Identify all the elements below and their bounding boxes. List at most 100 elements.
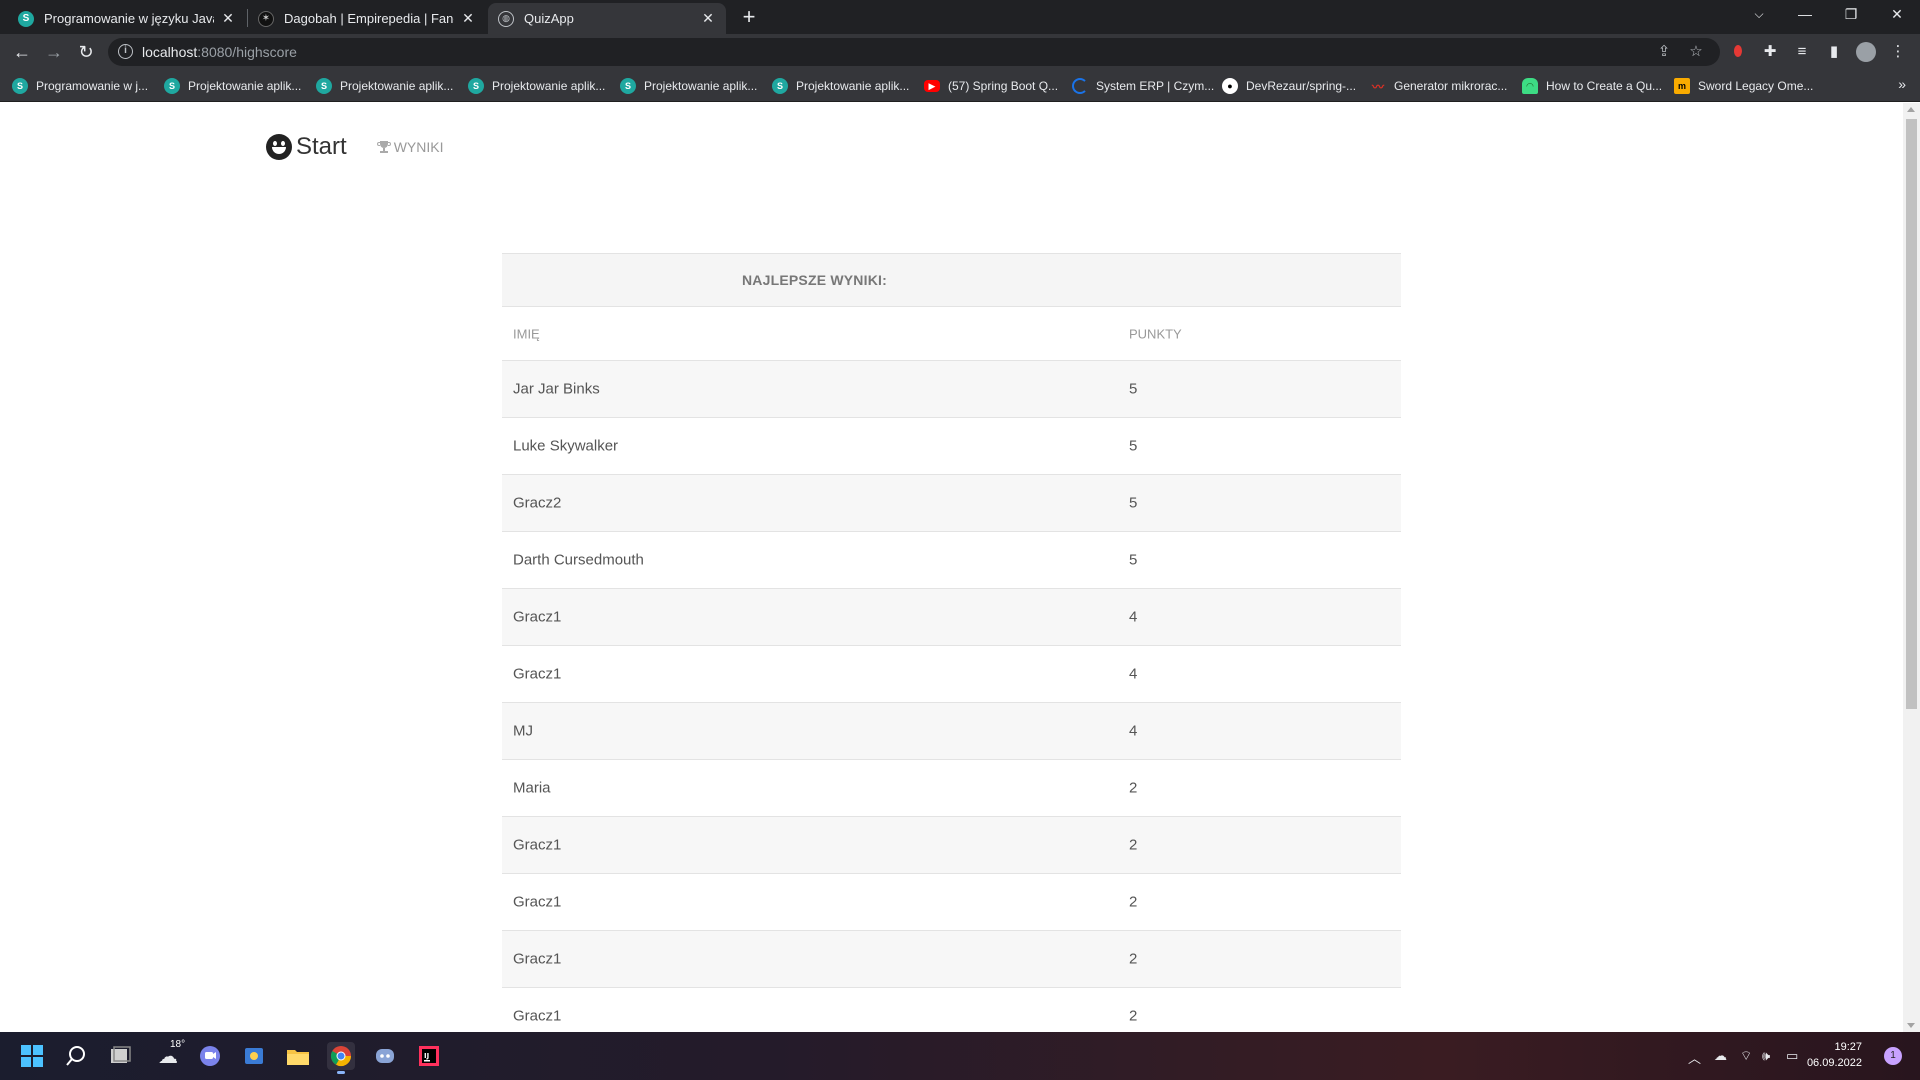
extension-shield-icon[interactable]: ⬮: [1728, 42, 1748, 62]
player-points: 2: [1129, 1007, 1138, 1025]
player-points: 2: [1129, 779, 1138, 797]
chart-icon: 〰: [1371, 79, 1384, 94]
extensions-puzzle-icon[interactable]: ✚: [1760, 42, 1780, 62]
bookmark-label: Programowanie w j...: [36, 79, 149, 93]
page-content: Start WYNIKI NAJLEPSZE WYNIKI: IMIĘ PUNK…: [0, 103, 1903, 1032]
volume-icon[interactable]: 🕪: [1762, 1048, 1770, 1064]
side-panel-icon[interactable]: ▮: [1824, 42, 1844, 62]
notification-badge[interactable]: 1: [1884, 1047, 1902, 1065]
reload-icon[interactable]: ↻: [74, 40, 98, 64]
s-badge-icon: S: [12, 78, 28, 94]
s-badge-icon: S: [620, 78, 636, 94]
bookmark-item[interactable]: S Projektowanie aplik...: [620, 76, 757, 96]
bookmark-label: Projektowanie aplik...: [340, 79, 454, 93]
menu-kebab-icon[interactable]: ⋮: [1888, 42, 1908, 62]
tab-search-chevron-icon[interactable]: ⌵: [1736, 0, 1782, 30]
globe-icon: ◍: [498, 10, 514, 27]
media-queue-icon[interactable]: ≡: [1792, 42, 1812, 62]
tab-quizapp[interactable]: ◍ QuizApp ✕: [488, 3, 726, 34]
close-icon[interactable]: ✕: [220, 10, 236, 27]
share-icon[interactable]: ⇪: [1654, 43, 1674, 63]
player-name: Maria: [513, 779, 551, 797]
profile-avatar[interactable]: [1856, 42, 1876, 62]
android-icon: ◠: [1522, 78, 1538, 94]
chat-icon[interactable]: [196, 1042, 224, 1070]
bookmark-item[interactable]: m Sword Legacy Ome...: [1674, 76, 1813, 96]
bookmark-item[interactable]: ▶ (57) Spring Boot Q...: [924, 76, 1058, 96]
close-icon[interactable]: ✕: [460, 10, 476, 27]
onedrive-icon[interactable]: ☁: [1714, 1048, 1727, 1064]
url-path: :8080/highscore: [197, 44, 297, 60]
scroll-down-arrow-icon[interactable]: [1907, 1023, 1915, 1028]
back-arrow-icon[interactable]: ←: [10, 40, 34, 64]
table-row: Gracz1 2: [502, 874, 1401, 931]
table-row: Gracz1 4: [502, 646, 1401, 703]
brand-label: Start: [296, 133, 347, 160]
battery-icon[interactable]: ▭: [1786, 1048, 1798, 1064]
clock[interactable]: 19:27 06.09.2022: [1807, 1039, 1862, 1071]
bookmark-item[interactable]: ◠ How to Create a Qu...: [1522, 76, 1662, 96]
close-icon[interactable]: ✕: [700, 10, 716, 27]
task-view-icon[interactable]: [106, 1042, 134, 1070]
player-name: Gracz1: [513, 950, 562, 968]
tab-dagobah[interactable]: ✶ Dagobah | Empirepedia | Fandom ✕: [248, 3, 486, 34]
s-badge-icon: S: [316, 78, 332, 94]
site-info-icon[interactable]: i: [118, 44, 133, 59]
settings-gear-icon[interactable]: [240, 1042, 268, 1070]
chrome-icon[interactable]: [327, 1042, 355, 1074]
player-name: Jar Jar Binks: [513, 380, 600, 398]
bookmark-item[interactable]: S Projektowanie aplik...: [164, 76, 301, 96]
wifi-icon[interactable]: ⌔: [1740, 1048, 1752, 1064]
bookmark-item[interactable]: S Projektowanie aplik...: [468, 76, 605, 96]
s-badge-icon: S: [164, 78, 180, 94]
bookmark-item[interactable]: 〰 Generator mikrorac...: [1370, 76, 1507, 96]
weather-widget[interactable]: ☁ 18°: [150, 1039, 186, 1070]
column-header-name: IMIĘ: [513, 326, 540, 341]
table-row: Darth Cursedmouth 5: [502, 532, 1401, 589]
player-points: 2: [1129, 836, 1138, 854]
nav-scores-link[interactable]: WYNIKI: [376, 139, 443, 155]
bookmark-label: (57) Spring Boot Q...: [948, 79, 1059, 93]
window-close-button[interactable]: ✕: [1874, 0, 1920, 30]
windows-start-icon[interactable]: [18, 1042, 46, 1070]
bookmark-label: Sword Legacy Ome...: [1698, 79, 1814, 93]
tab-java[interactable]: S Programowanie w języku Java [I] ✕: [8, 3, 246, 34]
column-header-points: PUNKTY: [1129, 326, 1182, 341]
tray-chevron-up-icon[interactable]: ︿: [1688, 1048, 1701, 1067]
bookmark-item[interactable]: ● DevRezaur/spring-...: [1222, 76, 1356, 96]
brand-start-link[interactable]: Start: [266, 133, 347, 161]
restore-button[interactable]: ❐: [1828, 0, 1874, 30]
new-tab-button[interactable]: +: [736, 5, 762, 31]
bookmark-star-icon[interactable]: ☆: [1686, 43, 1706, 63]
scroll-up-arrow-icon[interactable]: [1907, 107, 1915, 112]
url-text[interactable]: localhost:8080/highscore: [142, 44, 297, 60]
s-badge-icon: S: [468, 78, 484, 94]
minimize-button[interactable]: —: [1782, 0, 1828, 30]
file-explorer-icon[interactable]: [284, 1042, 312, 1070]
player-points: 5: [1129, 437, 1138, 455]
forward-arrow-icon[interactable]: →: [42, 40, 66, 64]
bookmark-item[interactable]: S Projektowanie aplik...: [316, 76, 453, 96]
player-points: 2: [1129, 893, 1138, 911]
trophy-icon: [376, 140, 391, 154]
tab-strip: S Programowanie w języku Java [I] ✕ ✶ Da…: [0, 0, 1920, 34]
app-navbar: Start WYNIKI: [266, 127, 443, 167]
bookmark-item[interactable]: S Projektowanie aplik...: [772, 76, 909, 96]
bookmark-item[interactable]: S Programowanie w j...: [12, 76, 148, 96]
search-icon[interactable]: [62, 1042, 90, 1070]
address-bar[interactable]: i localhost:8080/highscore ⇪ ☆: [108, 38, 1720, 66]
crescent-icon: [1072, 78, 1088, 94]
scrollbar-thumb[interactable]: [1906, 119, 1917, 709]
bookmark-label: Projektowanie aplik...: [492, 79, 606, 93]
bookmark-label: Projektowanie aplik...: [188, 79, 302, 93]
table-header-row: IMIĘ PUNKTY: [502, 307, 1401, 361]
player-name: Gracz1: [513, 608, 562, 626]
player-points: 2: [1129, 950, 1138, 968]
github-icon: ●: [1222, 78, 1238, 94]
bookmarks-overflow-icon[interactable]: »: [1898, 76, 1906, 92]
discord-icon[interactable]: [371, 1042, 399, 1070]
intellij-icon[interactable]: IJ: [415, 1042, 443, 1070]
tab-title: Dagobah | Empirepedia | Fandom: [284, 11, 454, 26]
page-scrollbar[interactable]: [1903, 103, 1920, 1032]
bookmark-item[interactable]: System ERP | Czym...: [1072, 76, 1214, 96]
